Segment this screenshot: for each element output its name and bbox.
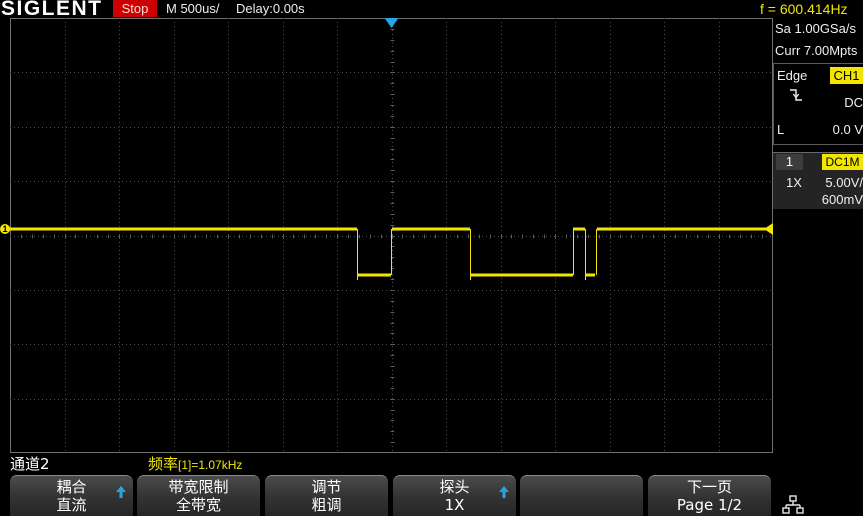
channel-vertical-scale: 5.00V/ [813, 174, 863, 192]
channel-1-panel: 1 DC1M 1X 5.00V/ 600mV [773, 152, 863, 209]
trigger-type: Edge [777, 67, 807, 85]
softkey-empty[interactable] [520, 475, 643, 516]
softkey-value: 直流 [10, 497, 133, 514]
channel-probe-ratio: 1X [786, 174, 802, 192]
softkey-probe[interactable]: 探头 1X [393, 475, 516, 516]
up-arrow-icon-shape [499, 486, 509, 498]
falling-edge-icon [789, 88, 803, 102]
brand-logo: SIGLENT [1, 0, 103, 18]
trigger-position-marker[interactable] [385, 18, 399, 28]
softkey-title: 下一页 [648, 479, 771, 496]
measurement-readout: 频率[1]=1.07kHz [148, 455, 242, 474]
channel-coupling-badge: DC1M [822, 154, 863, 170]
softkey-title: 耦合 [10, 479, 133, 496]
trigger-panel: Edge CH1 DC L 0.0 V [773, 63, 863, 145]
softkey-title: 带宽限制 [137, 479, 260, 496]
trigger-level-label: L [777, 121, 784, 139]
softkey-title: 探头 [393, 479, 516, 496]
measurement-value: [1]=1.07kHz [178, 458, 242, 472]
ch1-trace-levels [10, 229, 766, 275]
network-icon [781, 494, 805, 516]
sample-rate-readout: Sa 1.00GSa/s [775, 20, 863, 38]
channel-1-marker-icon[interactable]: 1 [0, 222, 11, 236]
trigger-level-value: 0.0 V [814, 121, 863, 139]
softkey-value: 1X [393, 497, 516, 514]
trigger-source-badge: CH1 [830, 67, 863, 84]
softkey-bandwidth-limit[interactable]: 带宽限制 全带宽 [137, 475, 260, 516]
frequency-counter: f = 600.414Hz [760, 0, 863, 18]
up-arrow-icon-shape [116, 486, 126, 498]
timebase-readout: M 500us/ [166, 0, 219, 17]
softkey-next-page[interactable]: 下一页 Page 1/2 [648, 475, 771, 516]
channel-number-tab: 1 [776, 154, 803, 170]
memory-depth-readout: Curr 7.00Mpts [775, 42, 863, 60]
softkey-coupling[interactable]: 耦合 直流 [10, 475, 133, 516]
channel-marker-label: 1 [2, 224, 7, 234]
delay-readout: Delay:0.00s [236, 0, 305, 17]
channel-marker-pointer [9, 226, 11, 232]
measurement-name: 频率 [148, 455, 178, 473]
trigger-level-marker[interactable] [764, 223, 773, 235]
run-state-badge: Stop [113, 0, 157, 17]
waveform-display [10, 18, 773, 453]
ch1-waveform [10, 229, 766, 280]
menu-title: 通道2 [10, 455, 50, 473]
softkey-value: 粗调 [265, 497, 388, 514]
up-arrow-icon [116, 486, 126, 498]
network-icon-shape [783, 496, 803, 513]
trigger-coupling: DC [814, 94, 863, 112]
softkey-adjust[interactable]: 调节 粗调 [265, 475, 388, 516]
softkey-value: Page 1/2 [648, 497, 771, 514]
softkey-value: 全带宽 [137, 497, 260, 514]
softkey-title: 调节 [265, 479, 388, 496]
up-arrow-icon [499, 486, 509, 498]
channel-offset: 600mV [813, 191, 863, 209]
